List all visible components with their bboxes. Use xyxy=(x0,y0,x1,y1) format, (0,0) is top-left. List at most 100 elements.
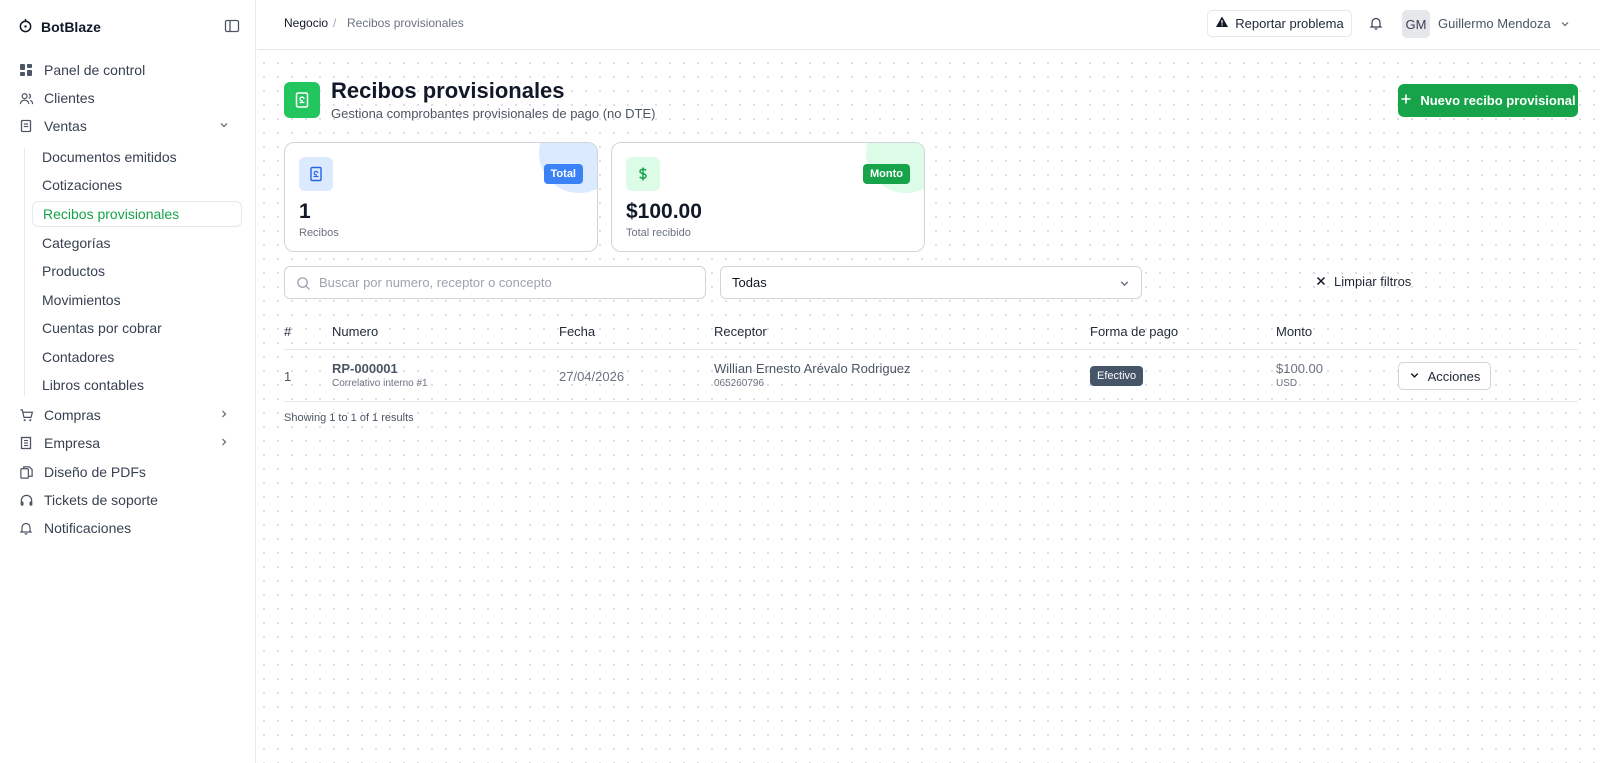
sidebar-item-ventas[interactable]: Ventas xyxy=(18,113,242,139)
close-icon xyxy=(1316,274,1326,289)
chevron-down-icon xyxy=(218,118,232,132)
files-icon xyxy=(18,464,34,480)
sidebar-item-notificaciones[interactable]: Notificaciones xyxy=(18,515,242,541)
topbar: Negocio / Recibos provisionales Reportar… xyxy=(257,0,1600,50)
users-icon xyxy=(18,90,34,106)
row-index: 1 xyxy=(284,369,292,384)
row-actions-label: Acciones xyxy=(1427,368,1481,384)
sidebar-item-label: Clientes xyxy=(44,90,95,106)
chevron-right-icon xyxy=(218,407,232,421)
row-monto: $100.00 xyxy=(1276,361,1323,376)
payment-method-badge: Efectivo xyxy=(1090,366,1144,386)
clear-filters-label: Limpiar filtros xyxy=(1334,274,1412,289)
sidebar-subitem-cuentas[interactable]: Cuentas por cobrar xyxy=(32,315,242,341)
sidebar-item-label: Compras xyxy=(44,407,101,423)
search-box[interactable] xyxy=(284,266,706,299)
pagination-summary: Showing 1 to 1 of 1 results xyxy=(284,412,414,424)
page-subtitle: Gestiona comprobantes provisionales de p… xyxy=(331,106,656,121)
receipt-page-icon xyxy=(284,82,320,118)
sidebar-subitem-cotizaciones[interactable]: Cotizaciones xyxy=(32,172,242,198)
sidebar-item-clientes[interactable]: Clientes xyxy=(18,85,242,111)
sidebar: BotBlaze Panel de control Clientes Venta… xyxy=(0,0,256,763)
row-numero[interactable]: RP-000001 xyxy=(332,361,398,376)
user-name[interactable]: Guillermo Mendoza xyxy=(1438,16,1551,31)
building-icon xyxy=(18,435,34,451)
clear-filters-button[interactable]: Limpiar filtros xyxy=(1316,274,1411,289)
sidebar-item-label: Notificaciones xyxy=(44,520,132,536)
column-header-numero[interactable]: Numero xyxy=(332,324,378,339)
plus-icon xyxy=(1400,93,1412,108)
main-content: Negocio / Recibos provisionales Reportar… xyxy=(257,0,1600,763)
chevron-right-icon xyxy=(218,435,232,449)
new-receipt-button[interactable]: Nuevo recibo provisional xyxy=(1398,84,1578,117)
stat-value: 1 xyxy=(299,200,311,223)
sidebar-subitem-categorias[interactable]: Categorías xyxy=(32,230,242,256)
warning-icon xyxy=(1215,15,1229,32)
new-receipt-label: Nuevo recibo provisional xyxy=(1420,93,1576,108)
avatar[interactable]: GM xyxy=(1402,10,1430,38)
sidebar-subitem-recibos[interactable]: Recibos provisionales xyxy=(32,201,242,227)
row-actions-button[interactable]: Acciones xyxy=(1398,362,1491,390)
stat-label: Total recibido xyxy=(626,227,691,239)
search-icon xyxy=(296,276,311,291)
column-header-fecha[interactable]: Fecha xyxy=(559,324,595,339)
breadcrumb-negocio[interactable]: Negocio xyxy=(284,16,328,30)
column-header-index: # xyxy=(284,324,292,339)
bell-icon xyxy=(18,520,34,536)
sidebar-item-label: Panel de control xyxy=(44,62,146,78)
sidebar-item-label: Diseño de PDFs xyxy=(44,464,146,480)
report-problem-label: Reportar problema xyxy=(1235,16,1344,31)
breadcrumb-separator: / xyxy=(333,16,337,30)
chevron-down-icon xyxy=(1118,277,1131,290)
sidebar-toggle-icon[interactable] xyxy=(224,18,242,36)
dollar-icon xyxy=(626,157,660,191)
row-receptor-sub: 065260796 xyxy=(714,378,765,389)
dashboard-icon xyxy=(18,62,34,78)
receipt-icon xyxy=(299,157,333,191)
stat-card-monto: Monto $100.00 Total recibido xyxy=(611,142,925,252)
row-fecha: 27/04/2026 xyxy=(559,369,625,384)
sidebar-subitem-contadores[interactable]: Contadores xyxy=(32,344,242,370)
cart-icon xyxy=(18,407,34,423)
payment-filter-select[interactable]: Todas xyxy=(720,266,1142,299)
report-problem-button[interactable]: Reportar problema xyxy=(1207,10,1352,37)
chevron-down-icon xyxy=(1409,369,1420,384)
column-header-forma-pago[interactable]: Forma de pago xyxy=(1090,324,1178,339)
search-input[interactable] xyxy=(319,267,699,298)
sidebar-item-compras[interactable]: Compras xyxy=(18,402,242,428)
sidebar-item-label: Empresa xyxy=(44,435,101,451)
sidebar-item-label: Tickets de soporte xyxy=(44,492,158,508)
breadcrumb-current: Recibos provisionales xyxy=(347,16,464,30)
bot-logo-icon xyxy=(18,18,33,36)
badge-monto: Monto xyxy=(863,164,910,184)
notifications-bell-icon[interactable] xyxy=(1369,16,1385,32)
stat-label: Recibos xyxy=(299,227,339,239)
stat-value: $100.00 xyxy=(626,200,702,223)
sidebar-subitem-movimientos[interactable]: Movimientos xyxy=(32,287,242,313)
row-numero-sub: Correlativo interno #1 xyxy=(332,378,428,389)
headset-icon xyxy=(18,492,34,508)
row-receptor: Willian Ernesto Arévalo Rodriguez xyxy=(714,361,911,376)
badge-total: Total xyxy=(543,164,583,184)
row-moneda: USD xyxy=(1276,378,1298,389)
table-header-divider xyxy=(284,349,1578,350)
brand[interactable]: BotBlaze xyxy=(18,16,101,38)
subnav-line xyxy=(24,148,25,396)
sidebar-subitem-productos[interactable]: Productos xyxy=(32,258,242,284)
sidebar-subitem-libros[interactable]: Libros contables xyxy=(32,372,242,398)
page-title: Recibos provisionales xyxy=(331,78,565,103)
stat-card-total: Total 1 Recibos xyxy=(284,142,598,252)
sidebar-item-empresa[interactable]: Empresa xyxy=(18,430,242,456)
column-header-monto[interactable]: Monto xyxy=(1276,324,1312,339)
select-value: Todas xyxy=(732,275,767,290)
receipt-icon xyxy=(18,118,34,134)
sidebar-item-pdfs[interactable]: Diseño de PDFs xyxy=(18,459,242,485)
sidebar-subitem-documentos[interactable]: Documentos emitidos xyxy=(32,144,242,170)
brand-name: BotBlaze xyxy=(41,19,101,35)
sidebar-item-panel[interactable]: Panel de control xyxy=(18,57,242,83)
sidebar-item-tickets[interactable]: Tickets de soporte xyxy=(18,487,242,513)
column-header-receptor[interactable]: Receptor xyxy=(714,324,767,339)
chevron-down-icon[interactable] xyxy=(1559,17,1573,31)
table-row-divider xyxy=(284,401,1578,402)
sidebar-item-label: Ventas xyxy=(44,118,87,134)
